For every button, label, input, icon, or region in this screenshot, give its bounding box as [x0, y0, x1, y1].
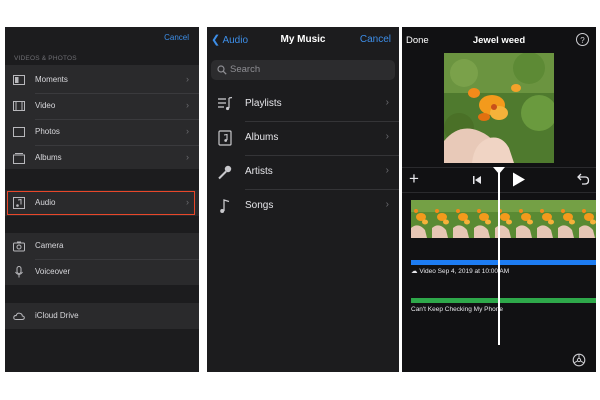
search-input[interactable]: Search	[211, 60, 395, 80]
playlist-icon	[218, 96, 233, 111]
video-editor-panel: Done Jewel weed ? + ☁ Video Sep 4, 2019 …	[402, 27, 596, 372]
music-track[interactable]	[411, 298, 596, 303]
chevron-right-icon: ›	[385, 131, 389, 142]
camera-icon	[13, 241, 25, 252]
film-icon	[13, 101, 25, 111]
source-item-label: iCloud Drive	[35, 311, 79, 320]
cancel-button[interactable]: Cancel	[164, 33, 189, 42]
music-item-label: Playlists	[245, 98, 282, 109]
skip-back-icon[interactable]	[472, 175, 482, 185]
albums-icon	[13, 153, 25, 164]
music-item-playlists[interactable]: Playlists ›	[207, 87, 399, 121]
music-track-label: Can't Keep Checking My Phone	[411, 306, 503, 313]
source-item-label: Photos	[35, 127, 60, 136]
chevron-right-icon: ›	[186, 126, 189, 136]
video-audio-track[interactable]	[411, 260, 596, 265]
music-item-label: Songs	[245, 200, 274, 211]
project-title: Jewel weed	[472, 35, 526, 46]
playhead-marker	[493, 167, 505, 174]
chevron-right-icon: ›	[385, 199, 389, 210]
media-source-panel: Cancel VIDEOS & PHOTOS Moments › Video ›…	[5, 27, 199, 372]
camera-icon: ☁	[411, 268, 418, 275]
source-item-albums[interactable]: Albums ›	[5, 145, 199, 171]
source-item-label: Voiceover	[35, 267, 71, 276]
play-icon[interactable]	[512, 172, 526, 187]
chevron-right-icon: ›	[385, 97, 389, 108]
cancel-button[interactable]: Cancel	[360, 34, 391, 45]
audio-highlight-box	[7, 191, 195, 215]
source-item-photos[interactable]: Photos ›	[5, 119, 199, 145]
source-item-label: Albums	[35, 153, 62, 162]
source-item-label: Video	[35, 101, 56, 110]
chevron-right-icon: ›	[186, 100, 189, 110]
add-media-button[interactable]: +	[409, 169, 419, 189]
chevron-right-icon: ›	[186, 74, 189, 84]
video-track-label: ☁ Video Sep 4, 2019 at 10:00 AM	[411, 268, 510, 275]
music-item-label: Artists	[245, 166, 273, 177]
playhead[interactable]	[498, 167, 500, 345]
undo-icon[interactable]	[576, 172, 590, 186]
section-header: VIDEOS & PHOTOS	[14, 55, 77, 62]
source-item-label: Moments	[35, 75, 68, 84]
my-music-panel: ❮ Audio My Music Cancel Search Playlists…	[207, 27, 399, 372]
photo-icon	[13, 127, 25, 137]
music-item-label: Albums	[245, 132, 279, 143]
gear-icon[interactable]	[572, 353, 586, 367]
microphone-icon	[15, 266, 23, 278]
flower-preview-image	[444, 53, 554, 163]
cloud-group: iCloud Drive	[5, 303, 199, 329]
source-item-label: Camera	[35, 241, 64, 250]
source-item-icloud-drive[interactable]: iCloud Drive	[5, 303, 199, 329]
microphone-icon	[218, 165, 232, 180]
media-group: Moments › Video › Photos › Albums ›	[5, 65, 199, 169]
cloud-icon	[13, 312, 25, 320]
chevron-right-icon: ›	[385, 165, 389, 176]
source-item-camera[interactable]: Camera	[5, 233, 199, 259]
music-item-songs[interactable]: Songs ›	[207, 189, 399, 223]
help-icon[interactable]: ?	[576, 33, 589, 46]
music-item-albums[interactable]: Albums ›	[207, 121, 399, 155]
video-preview	[444, 53, 554, 163]
source-item-voiceover[interactable]: Voiceover	[5, 259, 199, 285]
search-icon	[217, 65, 227, 75]
record-group: Camera Voiceover	[5, 233, 199, 285]
chevron-right-icon: ›	[186, 152, 189, 162]
album-icon	[218, 130, 232, 146]
source-item-video[interactable]: Video ›	[5, 93, 199, 119]
filmstrip-frames	[411, 200, 596, 238]
source-item-moments[interactable]: Moments ›	[5, 67, 199, 93]
music-item-artists[interactable]: Artists ›	[207, 155, 399, 189]
video-clip-filmstrip[interactable]	[411, 200, 596, 238]
music-note-icon	[220, 199, 230, 213]
moments-icon	[13, 75, 25, 85]
search-placeholder: Search	[230, 64, 261, 75]
